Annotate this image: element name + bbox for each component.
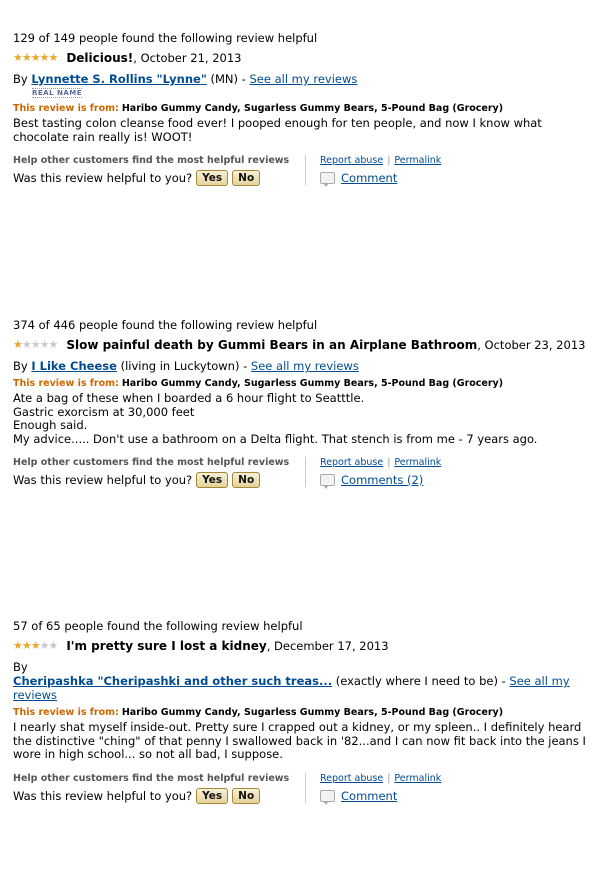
report-abuse-link[interactable]: Report abuse	[320, 773, 383, 784]
comment-link[interactable]: Comment	[341, 171, 397, 185]
product-name: Haribo Gummy Candy, Sugarless Gummy Bear…	[121, 707, 504, 718]
report-abuse-link[interactable]: Report abuse	[320, 155, 383, 166]
comment-icon	[320, 789, 335, 805]
author-link[interactable]: I Like Cheese	[31, 359, 117, 373]
no-button[interactable]: No	[232, 170, 261, 186]
comment-link[interactable]: Comment	[341, 789, 397, 803]
review-title: Delicious!	[66, 51, 134, 65]
author-link[interactable]: Lynnette S. Rollins "Lynne"	[31, 72, 207, 86]
report-abuse-link[interactable]: Report abuse	[320, 457, 383, 468]
footer-divider	[305, 155, 306, 185]
helpful-count: 129 of 149 people found the following re…	[13, 31, 318, 45]
product-name: Haribo Gummy Candy, Sugarless Gummy Bear…	[121, 103, 504, 114]
from-label: This review is from:	[13, 378, 119, 389]
review-source: This review is from: Haribo Gummy Candy,…	[13, 707, 588, 718]
review-2: 374 of 446 people found the following re…	[13, 318, 588, 489]
yes-button[interactable]: Yes	[196, 787, 229, 804]
permalink-link[interactable]: Permalink	[394, 155, 441, 166]
comment-icon	[320, 172, 335, 187]
byline: By Lynnette S. Rollins "Lynne" (MN) - Se…	[13, 72, 588, 86]
no-button[interactable]: No	[232, 472, 261, 488]
by-label: By	[13, 660, 28, 674]
review-body: Best tasting colon cleanse food ever! I …	[13, 116, 542, 144]
permalink-link[interactable]: Permalink	[394, 457, 441, 468]
comments-link[interactable]: Comments (2)	[341, 473, 423, 487]
review-title-row: ★★★★★ Slow painful death by Gummi Bears …	[13, 338, 588, 352]
review-title-row: ★★★★★ Delicious!, October 21, 2013	[13, 51, 588, 65]
review-date: , October 23, 2013	[477, 338, 586, 352]
yes-button[interactable]: Yes	[196, 472, 229, 488]
was-helpful-text: Was this review helpful to you?	[13, 473, 193, 487]
footer-divider	[305, 772, 306, 803]
review-source: This review is from: Haribo Gummy Candy,…	[13, 103, 588, 114]
see-all-reviews-link[interactable]: See all my reviews	[249, 72, 357, 86]
review-source: This review is from: Haribo Gummy Candy,…	[13, 378, 588, 389]
see-all-reviews-link[interactable]: See all my reviews	[251, 359, 359, 373]
author-location: (living in Luckytown) -	[116, 359, 251, 373]
permalink-link[interactable]: Permalink	[394, 773, 441, 784]
review-footer: Help other customers find the most helpf…	[13, 155, 442, 187]
review-1: 129 of 149 people found the following re…	[13, 31, 588, 187]
from-label: This review is from:	[13, 103, 119, 114]
star-rating-icon: ★★★★★	[13, 338, 58, 351]
by-label: By	[13, 359, 28, 373]
footer-divider	[305, 457, 306, 487]
review-date: , October 21, 2013	[133, 51, 242, 65]
author-link[interactable]: Cheripashka "Cheripashki and other such …	[13, 674, 332, 688]
was-helpful-text: Was this review helpful to you?	[13, 788, 193, 803]
real-name-badge: REAL NAME	[32, 88, 83, 98]
helpful-count: 374 of 446 people found the following re…	[13, 318, 318, 332]
yes-button[interactable]: Yes	[196, 170, 229, 186]
product-name: Haribo Gummy Candy, Sugarless Gummy Bear…	[121, 378, 504, 389]
help-others-text: Help other customers find the most helpf…	[13, 457, 290, 468]
star-rating-icon: ★★★★★	[13, 639, 58, 652]
review-body: Ate a bag of these when I boarded a 6 ho…	[13, 391, 538, 446]
review-date: , December 17, 2013	[266, 639, 389, 653]
review-title: I'm pretty sure I lost a kidney	[66, 639, 267, 653]
author-location: (exactly where I need to be) -	[332, 674, 510, 688]
review-footer: Help other customers find the most helpf…	[13, 457, 442, 489]
by-label: By	[13, 72, 28, 86]
helpful-count: 57 of 65 people found the following revi…	[13, 619, 303, 633]
from-label: This review is from:	[13, 707, 119, 718]
comment-icon	[320, 474, 335, 489]
review-title: Slow painful death by Gummi Bears in an …	[66, 338, 478, 352]
review-title-row: ★★★★★ I'm pretty sure I lost a kidney, D…	[13, 639, 588, 653]
help-others-text: Help other customers find the most helpf…	[13, 772, 290, 784]
byline: By Cheripashka "Cheripashki and other su…	[13, 660, 588, 702]
was-helpful-text: Was this review helpful to you?	[13, 171, 193, 185]
review-footer: Help other customers find the most helpf…	[13, 772, 442, 805]
no-button[interactable]: No	[232, 787, 261, 804]
byline: By I Like Cheese (living in Luckytown) -…	[13, 359, 588, 373]
help-others-text: Help other customers find the most helpf…	[13, 155, 290, 166]
review-3: 57 of 65 people found the following revi…	[13, 619, 588, 805]
star-rating-icon: ★★★★★	[13, 51, 58, 64]
author-location: (MN) -	[206, 72, 250, 86]
review-body: I nearly shat myself inside-out. Pretty …	[13, 720, 586, 761]
